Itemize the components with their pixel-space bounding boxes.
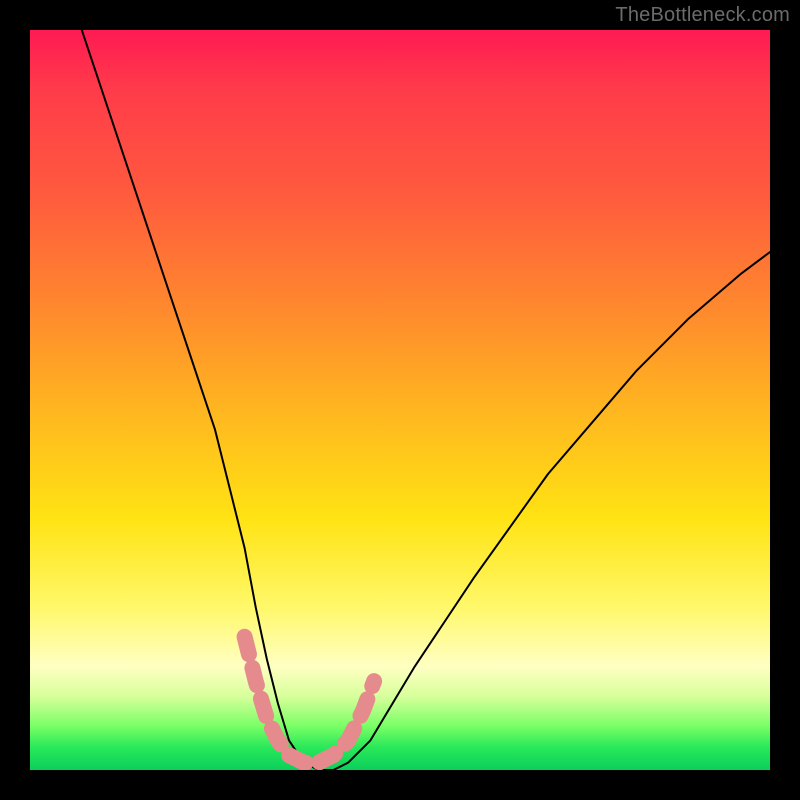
plot-area bbox=[30, 30, 770, 770]
watermark-text: TheBottleneck.com bbox=[615, 4, 790, 27]
plot-svg bbox=[30, 30, 770, 770]
chart-frame: TheBottleneck.com bbox=[0, 0, 800, 800]
bottleneck-curve bbox=[82, 30, 770, 770]
highlight-band bbox=[245, 637, 375, 763]
